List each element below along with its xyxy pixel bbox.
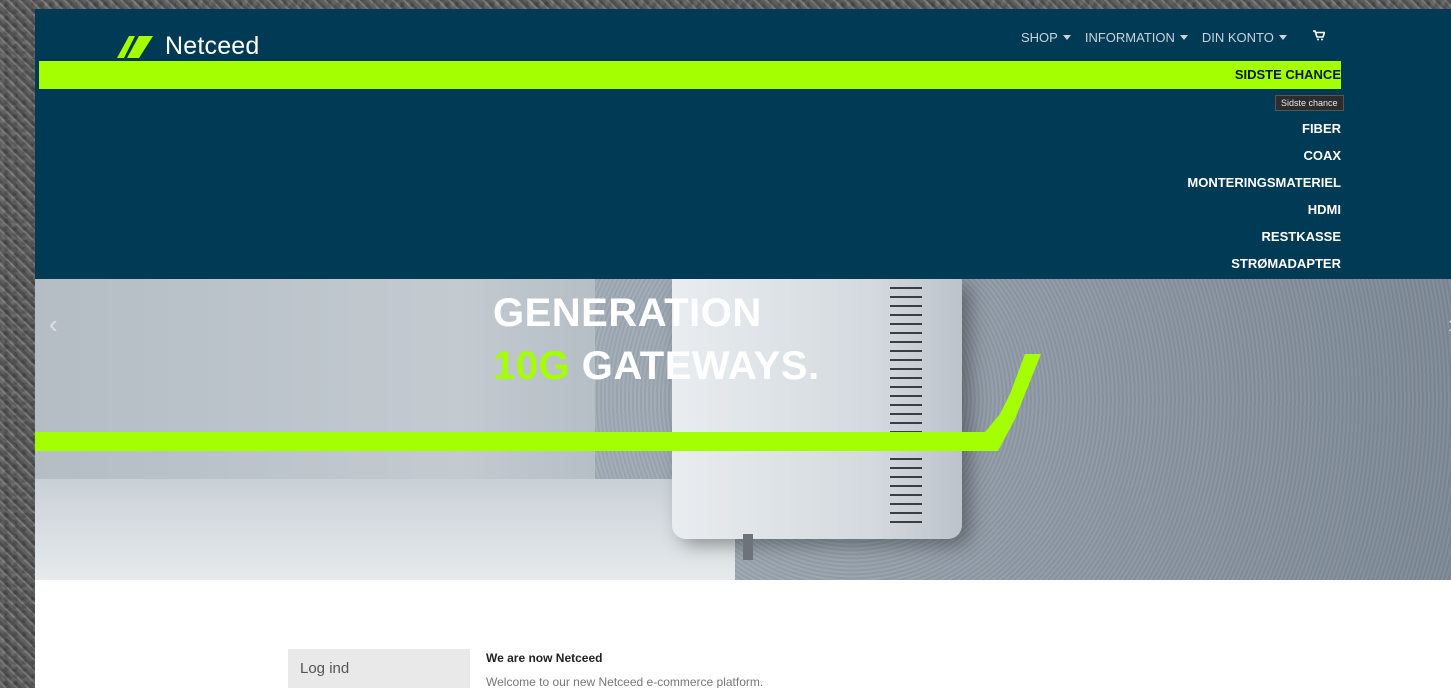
nav-din-konto[interactable]: DIN KONTO bbox=[1202, 30, 1287, 45]
menu-item-monteringsmateriel[interactable]: MONTERINGSMATERIEL bbox=[1187, 175, 1341, 202]
nav-information[interactable]: INFORMATION bbox=[1085, 30, 1188, 45]
logo[interactable]: Netceed bbox=[115, 32, 260, 61]
welcome-title: We are now Netceed bbox=[486, 651, 603, 665]
logo-text: Netceed bbox=[165, 32, 260, 60]
netceed-logo-icon bbox=[117, 35, 153, 58]
shop-dropdown-menu: FIBER COAX MONTERINGSMATERIEL HDMI RESTK… bbox=[1187, 121, 1341, 283]
dropdown-highlighted-item[interactable]: SIDSTE CHANCE bbox=[39, 61, 1341, 89]
tooltip: Sidste chance bbox=[1275, 95, 1344, 111]
site-header: Netceed SHOP INFORMATION DIN KONTO SIDST… bbox=[35, 9, 1451, 279]
caret-down-icon bbox=[1179, 34, 1188, 40]
nav-information-label: INFORMATION bbox=[1084, 29, 1175, 45]
hero-line-1: GENERATION bbox=[493, 291, 762, 335]
cart-icon[interactable] bbox=[1312, 28, 1326, 46]
hero-highlight: 10G bbox=[493, 344, 571, 388]
nav-shop[interactable]: SHOP bbox=[1021, 30, 1071, 45]
hero-line-2-rest: GATEWAYS. bbox=[570, 344, 820, 388]
menu-item-fiber[interactable]: FIBER bbox=[1187, 121, 1341, 148]
hero-line-2: 10G GATEWAYS. bbox=[493, 340, 820, 393]
page: Netceed SHOP INFORMATION DIN KONTO SIDST… bbox=[35, 9, 1451, 688]
login-button[interactable]: Log ind bbox=[288, 649, 470, 688]
nav-shop-label: SHOP bbox=[1021, 29, 1058, 45]
caret-down-icon bbox=[1278, 34, 1287, 40]
caret-down-icon bbox=[1062, 34, 1071, 40]
sidste-chance-label: SIDSTE CHANCE bbox=[1234, 67, 1341, 82]
nav-din-konto-label: DIN KONTO bbox=[1201, 29, 1274, 45]
welcome-text: Welcome to our new Netceed e-commerce pl… bbox=[486, 675, 764, 688]
carousel-prev-icon[interactable]: ‹ bbox=[49, 309, 58, 340]
content-area: Log ind We are now Netceed Welcome to ou… bbox=[35, 580, 1451, 688]
hero-banner: GENERATION 10G GATEWAYS. ‹ › bbox=[35, 279, 1451, 580]
hero-headline: GENERATION 10G GATEWAYS. bbox=[493, 287, 820, 393]
menu-item-restkasse[interactable]: RESTKASSE bbox=[1187, 229, 1341, 256]
menu-item-hdmi[interactable]: HDMI bbox=[1187, 202, 1341, 229]
menu-item-coax[interactable]: COAX bbox=[1187, 148, 1341, 175]
top-navigation: SHOP INFORMATION DIN KONTO bbox=[1021, 28, 1326, 46]
